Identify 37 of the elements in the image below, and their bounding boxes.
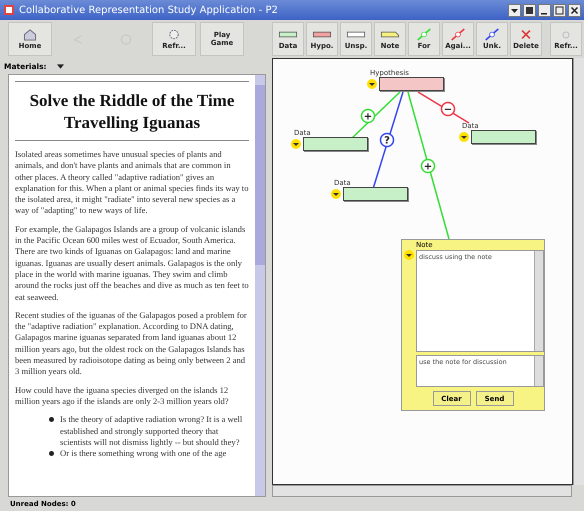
restore-button[interactable] — [523, 4, 536, 16]
node-badge-icon[interactable] — [291, 139, 301, 149]
node-badge-icon[interactable] — [404, 250, 414, 260]
minimize-button[interactable] — [538, 4, 551, 16]
link-line[interactable] — [418, 91, 470, 124]
dropdown-arrow-icon[interactable] — [56, 64, 64, 68]
close-button[interactable] — [568, 4, 581, 16]
link-line[interactable] — [407, 92, 450, 240]
bullet-text: Is the theory of adaptive radiation wrong? It is a well established and strongly supported theory that scientists will not dismiss lightly -- but should they? — [60, 414, 244, 448]
node-badge-icon[interactable] — [331, 189, 341, 199]
bullet-icon — [49, 451, 54, 456]
bullet-icon — [49, 417, 54, 422]
scrollbar[interactable] — [255, 75, 265, 496]
bullet-text: Or is there something wrong with one of the age — [60, 448, 226, 460]
scroll-thumb[interactable] — [255, 85, 265, 265]
relation-badge[interactable]: − — [440, 102, 456, 116]
node-box[interactable] — [343, 187, 408, 201]
node-badge-icon[interactable] — [367, 79, 377, 89]
scrollbar[interactable] — [272, 485, 572, 497]
paragraph: For example, the Galapagos Islands are a group of volcanic islands in the Pacific Ocean 600 miles west of Ecuador, South America. There are two kinds of Iguanas on Galapagos: land and marine iguanas. Iguanas are usually desert animals. Galapagos is the only place in the world with marine iguanas. They swim and climb around the rocks just off the beaches and dive as much as ten feet to eat seaweed. — [15, 224, 249, 303]
link-line[interactable] — [372, 92, 404, 190]
relation-badge[interactable]: ? — [380, 132, 394, 148]
node-box[interactable] — [471, 130, 536, 144]
node-box[interactable] — [379, 77, 444, 91]
relation-badge[interactable]: + — [420, 158, 436, 174]
paragraph: How could have the iguana species diverged on the islands 12 million years ago if the islands are only 2-3 million years old? — [15, 384, 230, 408]
app-icon — [3, 4, 15, 16]
node-badge-icon[interactable] — [459, 132, 469, 142]
relation-badge[interactable]: + — [360, 108, 376, 124]
menu-button[interactable] — [508, 4, 521, 16]
paragraph: Recent studies of the iguanas of the Galapagos posed a problem for the "adaptive radiation" explanation. According to DNA dating, Galapagos marine iguanas separated from land iguanas about 12 million years ago, but the oldest rock on the Galapagos Islands has been measured by radioisotope dating as being only between 2 and 3 million years old. — [15, 310, 248, 378]
paragraph: Isolated areas sometimes have unusual species of plants and animals, and don't have plants and animals that are common in other places. A theory called "adaptive radiation" gives an explanation for this. When a plant or animal species finds its way to the isolated area, it might "radiate" into several new species as a way of "adapting" to new ways of life. — [15, 149, 249, 217]
maximize-button[interactable] — [553, 4, 566, 16]
node-box[interactable] — [303, 137, 368, 151]
window-title: Collaborative Representation Study Application - P2 — [19, 4, 278, 16]
scrollbar[interactable] — [573, 58, 584, 485]
article-title: Solve the Riddle of the Time Travelling Iguanas — [15, 81, 249, 141]
